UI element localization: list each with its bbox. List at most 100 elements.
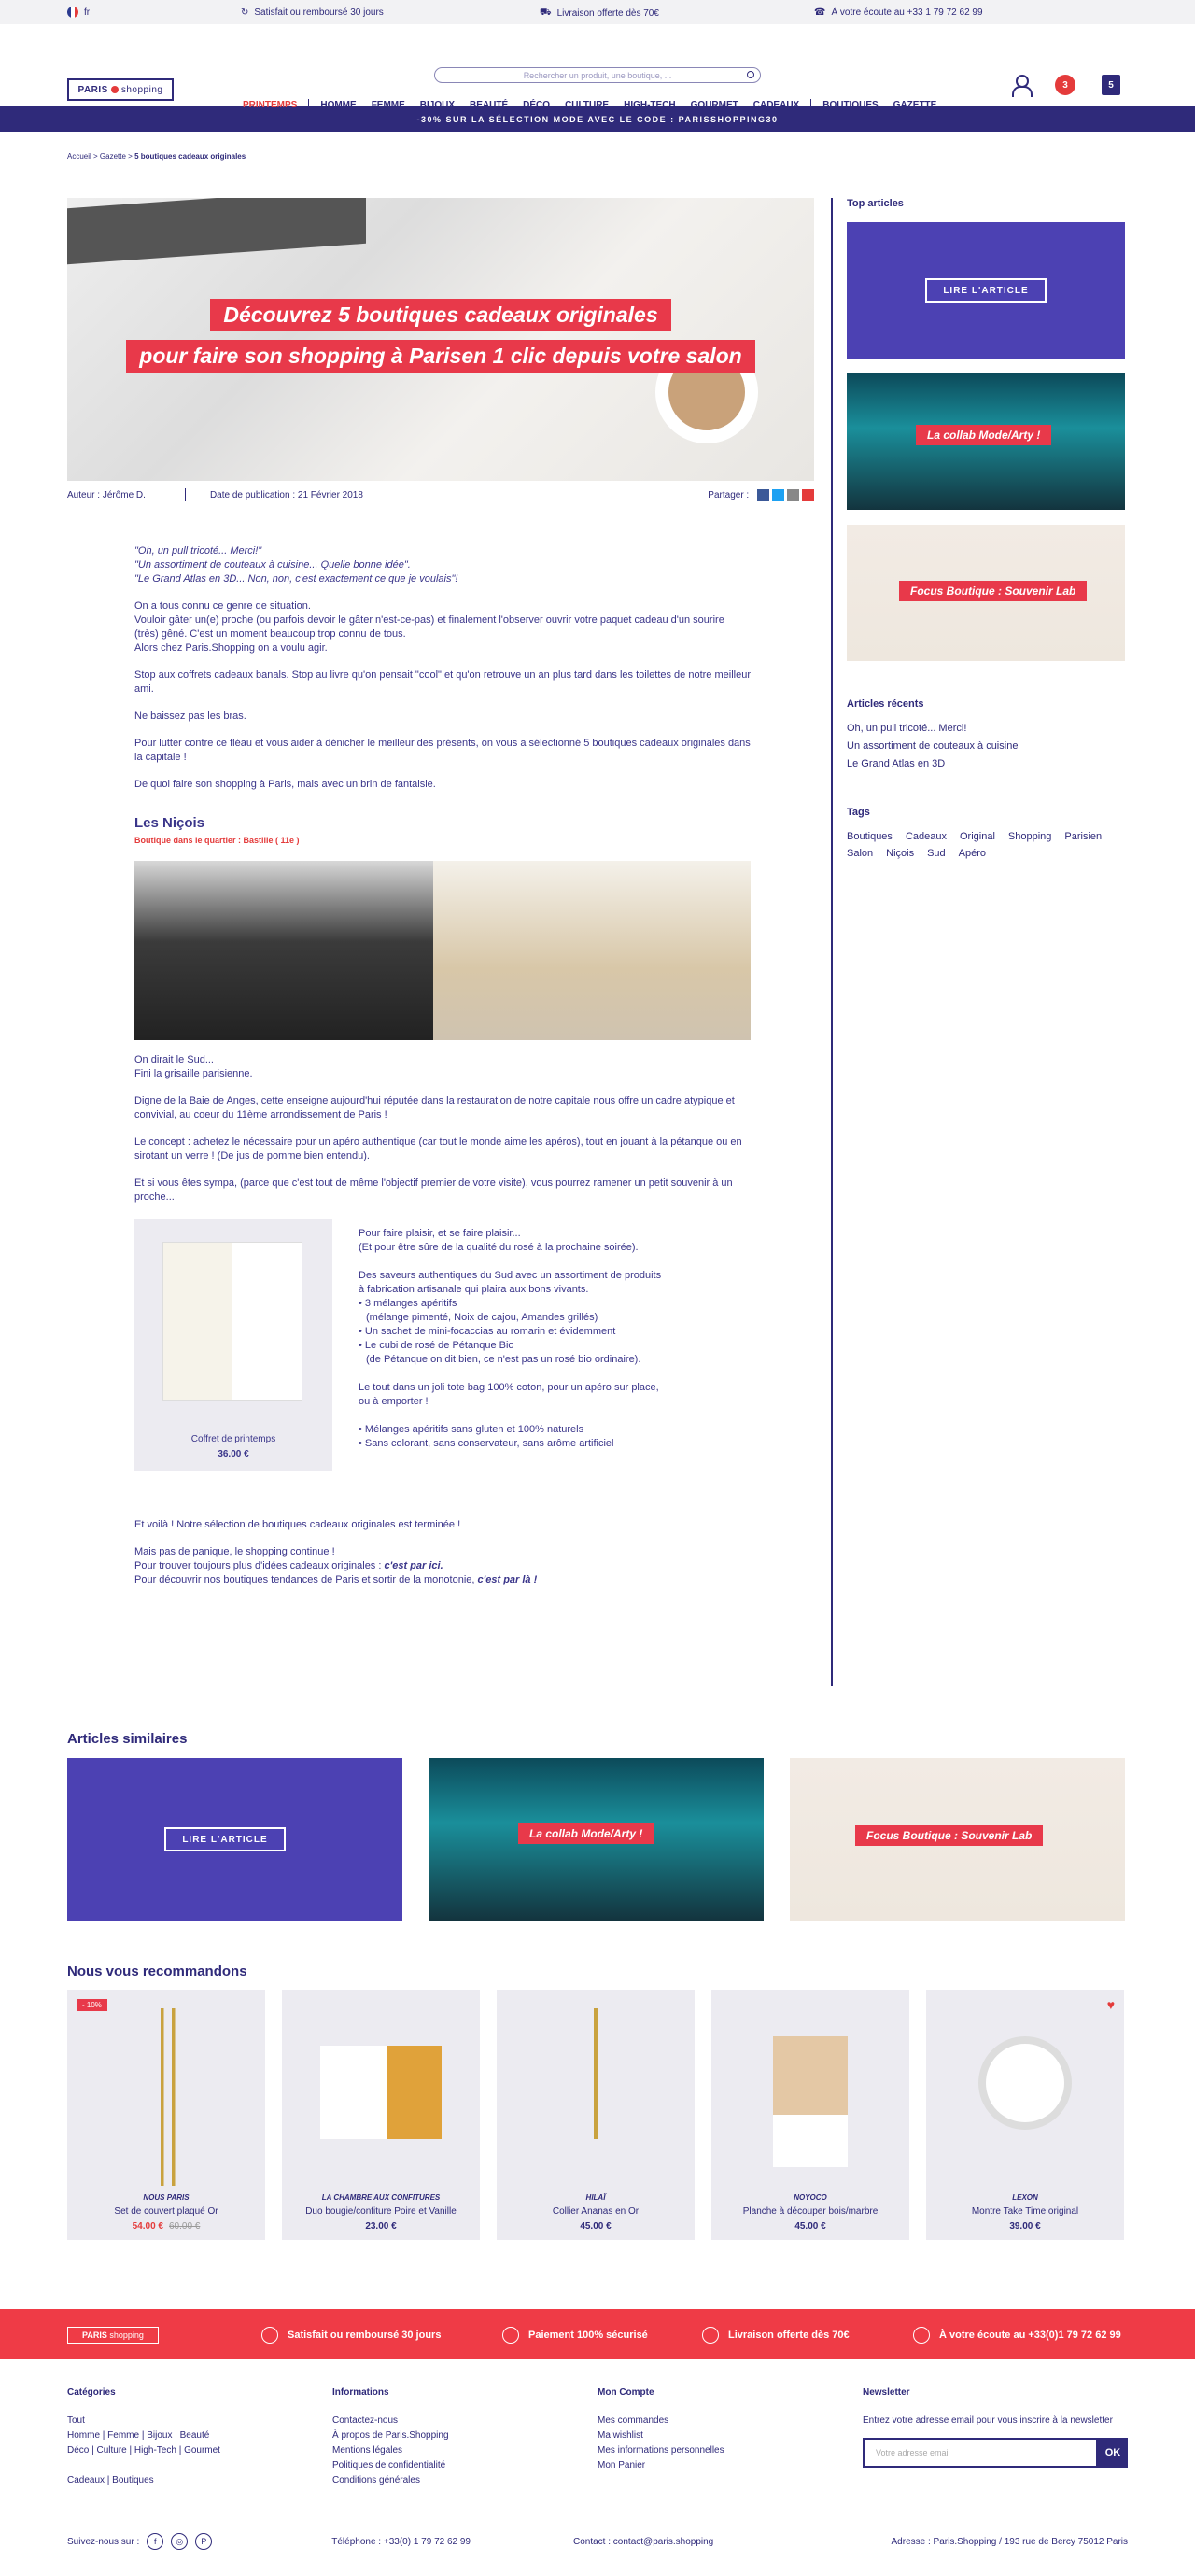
footer-link[interactable]: Conditions générales — [332, 2473, 598, 2488]
sidebar: Top articles LIRE L'ARTICLE La collab Mo… — [847, 198, 1125, 859]
product-image — [320, 2046, 442, 2139]
site-header: PARIS shopping Rechercher un produit, une… — [0, 24, 1195, 110]
search-icon[interactable] — [747, 71, 754, 78]
author-name: Jérôme D. — [102, 489, 146, 500]
instagram-icon[interactable]: ◎ — [171, 2533, 189, 2550]
top-article-3[interactable]: Focus Boutique : Souvenir Lab — [847, 525, 1125, 661]
plus-share-icon[interactable] — [802, 488, 814, 501]
tag-link[interactable]: Sud — [927, 848, 946, 859]
tag-link[interactable]: Boutiques — [847, 831, 893, 842]
product-card[interactable]: NOYOCO Planche à découper bois/marbre 45.0… — [711, 1990, 909, 2240]
breadcrumb-current: 5 boutiques cadeaux originales — [134, 152, 246, 161]
similar-articles-title: Articles similaires — [67, 1731, 188, 1747]
footer-link[interactable]: Ma wishlist — [598, 2428, 863, 2443]
similar-article-1[interactable]: LIRE L'ARTICLE — [67, 1758, 402, 1921]
newsletter-ok-button[interactable]: OK — [1098, 2438, 1128, 2468]
wishlist-heart-icon[interactable]: 3 — [1055, 75, 1076, 95]
footer-link[interactable]: Mes commandes — [598, 2414, 863, 2428]
nav-gourmet[interactable]: GOURMET — [683, 100, 746, 110]
search-input[interactable]: Rechercher un produit, une boutique, ... — [434, 67, 761, 83]
recent-article-link[interactable]: Un assortiment de couteaux à cuisine — [847, 740, 1125, 752]
nav-boutiques[interactable]: BOUTIQUES — [815, 100, 885, 110]
refresh-icon: ↻ — [241, 7, 249, 18]
recommend-title: Nous vous recommandons — [67, 1964, 247, 1979]
product-card[interactable]: ♥ LEXON Montre Take Time original 39.00 € — [926, 1990, 1124, 2240]
product-card[interactable]: Coffret de printemps 36.00 € — [134, 1219, 332, 1471]
read-article-button[interactable]: LIRE L'ARTICLE — [925, 278, 1047, 303]
tag-link[interactable]: Cadeaux — [906, 831, 947, 842]
link-par-ici[interactable]: c'est par ici. — [384, 1560, 443, 1571]
nav-bijoux[interactable]: BIJOUX — [413, 100, 462, 110]
product-card[interactable]: LA CHAMBRE AUX CONFITURES Duo bougie/conf… — [282, 1990, 480, 2240]
nav-cadeaux[interactable]: CADEAUX — [746, 100, 807, 110]
footer-link[interactable]: À propos de Paris.Shopping — [332, 2428, 598, 2443]
footer-link[interactable]: Politiques de confidentialité — [332, 2458, 598, 2473]
footer-link[interactable]: Cadeaux | Boutiques — [67, 2473, 332, 2488]
top-bar: fr ↻ Satisfait ou remboursé 30 jours ⛟ Liv… — [0, 0, 1195, 24]
heart-favorite-icon[interactable]: ♥ — [1107, 1997, 1115, 2012]
pinterest-icon[interactable]: P — [195, 2533, 213, 2550]
breadcrumb-gazette[interactable]: Gazette — [100, 152, 126, 161]
top-article-2[interactable]: La collab Mode/Arty ! — [847, 373, 1125, 510]
tag-link[interactable]: Parisien — [1064, 831, 1102, 842]
footer-link[interactable]: Mentions légales — [332, 2443, 598, 2458]
shop-front-photo — [134, 861, 433, 1040]
footer-bottom: Suivez-nous sur : f ◎ P Téléphone : +33(… — [67, 2533, 1128, 2550]
headset-icon — [913, 2327, 930, 2344]
nav-beaute[interactable]: BEAUTÉ — [462, 100, 515, 110]
nav-high-tech[interactable]: HIGH-TECH — [616, 100, 683, 110]
similar-article-2[interactable]: La collab Mode/Arty ! — [429, 1758, 764, 1921]
email-icon[interactable] — [787, 488, 799, 501]
contact-info: ☎ À votre écoute au +33 1 79 72 62 99 — [814, 7, 983, 18]
footer-link[interactable]: Tout — [67, 2414, 332, 2428]
product-card[interactable]: HILAÏ Collier Ananas en Or 45.00 € — [497, 1990, 695, 2240]
breadcrumb-home[interactable]: Accueil — [67, 152, 91, 161]
facebook-icon[interactable]: f — [147, 2533, 164, 2550]
hero-image: Découvrez 5 boutiques cadeaux originales… — [67, 198, 814, 481]
top-article-1[interactable]: LIRE L'ARTICLE — [847, 222, 1125, 359]
read-article-button[interactable]: LIRE L'ARTICLE — [164, 1827, 286, 1851]
nav-printemps[interactable]: PRINTEMPS — [235, 100, 304, 110]
shop-photos — [134, 861, 751, 1040]
recent-articles-title: Articles récents — [847, 698, 924, 710]
nav-homme[interactable]: HOMME — [313, 100, 363, 110]
product-card[interactable]: - 10% NOUS PARIS Set de couvert plaqué Or… — [67, 1990, 265, 2240]
tag-link[interactable]: Salon — [847, 848, 873, 859]
link-par-la[interactable]: c'est par là ! — [478, 1574, 538, 1585]
tag-link[interactable]: Apéro — [959, 848, 986, 859]
user-account-icon[interactable] — [1012, 75, 1033, 97]
newsletter-email-input[interactable]: Votre adresse email — [863, 2438, 1098, 2468]
nav-femme[interactable]: FEMME — [364, 100, 413, 110]
main-nav: PRINTEMPS HOMME FEMME BIJOUX BEAUTÉ DÉCO… — [235, 99, 944, 110]
product-image — [773, 2036, 848, 2167]
article-body: "Oh, un pull tricoté... Merci!" "Un assor… — [134, 545, 751, 1585]
recent-article-link[interactable]: Le Grand Atlas en 3D — [847, 758, 1125, 769]
sidebar-divider — [831, 198, 833, 1686]
hero-title-line-1: Découvrez 5 boutiques cadeaux originales — [210, 299, 671, 331]
footer-link[interactable]: Homme | Femme | Bijoux | Beauté — [67, 2428, 332, 2443]
tag-link[interactable]: Original — [960, 831, 995, 842]
nav-gazette[interactable]: GAZETTE — [886, 100, 945, 110]
tag-link[interactable]: Niçois — [886, 848, 914, 859]
truck-icon: ⛟ — [540, 7, 552, 18]
product-image — [162, 1242, 302, 1401]
similar-article-3[interactable]: Focus Boutique : Souvenir Lab — [790, 1758, 1125, 1921]
facebook-icon[interactable] — [757, 488, 769, 501]
footer-link[interactable]: Mes informations personnelles — [598, 2443, 863, 2458]
product-description: Pour faire plaisir, et se faire plaisir.… — [358, 1228, 662, 1449]
footer-link[interactable]: Mon Panier — [598, 2458, 863, 2473]
nav-culture[interactable]: CULTURE — [557, 100, 616, 110]
footer-logo[interactable]: PARIS shopping — [67, 2327, 159, 2344]
nav-deco[interactable]: DÉCO — [515, 100, 557, 110]
site-logo[interactable]: PARIS shopping — [67, 78, 174, 101]
recent-article-link[interactable]: Oh, un pull tricoté... Merci! — [847, 723, 1125, 734]
footer-link[interactable]: Déco | Culture | High-Tech | Gourmet — [67, 2443, 332, 2458]
language-selector[interactable]: fr — [67, 7, 90, 18]
cart-bag-icon[interactable]: 5 — [1102, 75, 1120, 95]
laptop-shape — [67, 198, 366, 265]
tag-link[interactable]: Shopping — [1008, 831, 1052, 842]
refresh-icon — [261, 2327, 278, 2344]
twitter-icon[interactable] — [772, 488, 784, 501]
footer-link[interactable]: Contactez-nous — [332, 2414, 598, 2428]
promo-banner: -30% SUR LA SÉLECTION MODE AVEC LE CODE … — [0, 106, 1195, 132]
